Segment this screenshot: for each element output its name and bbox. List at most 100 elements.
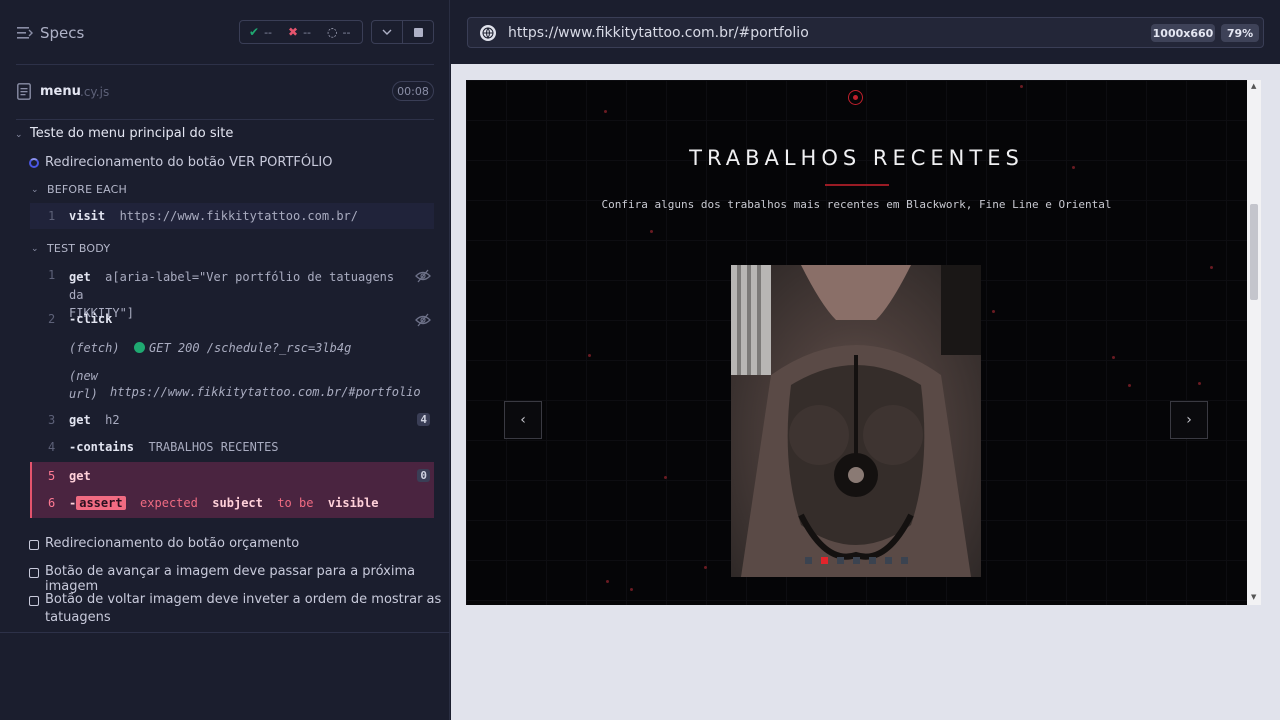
scroll-up-icon[interactable]: ▲ xyxy=(1251,82,1256,90)
particle xyxy=(1210,266,1213,269)
command-log-panel: Specs ✔ -- ✖ -- ◌ -- menu .cy.js 00:08 ⌄… xyxy=(0,0,450,720)
pending-test-icon xyxy=(29,568,39,578)
chest-tattoo-image xyxy=(731,265,981,577)
command-name: get xyxy=(69,413,91,427)
command-row[interactable]: 6 - assert expected subject to be visible xyxy=(32,489,434,516)
eye-slash-icon xyxy=(415,269,431,283)
specs-label[interactable]: Specs xyxy=(40,24,84,42)
command-number: 1 xyxy=(48,209,56,223)
fetch-message: GET 200 /schedule?_rsc=3lb4g xyxy=(149,341,352,355)
command-message: a[aria-label="Ver portfólio de tatuagens… xyxy=(69,270,395,302)
scroll-down-icon[interactable]: ▼ xyxy=(1251,593,1256,601)
carousel-dot[interactable] xyxy=(869,557,876,564)
url-text: https://www.fikkitytattoo.com.br/#portfo… xyxy=(508,25,809,41)
command-row[interactable]: 3 get h2 4 xyxy=(30,407,434,433)
section-heading: TRABALHOS RECENTES xyxy=(689,146,1024,170)
test-title[interactable]: Botão de avançar a imagem deve passar pa… xyxy=(45,564,449,594)
new-url-event-row[interactable]: (new url) https://www.fikkitytattoo.com.… xyxy=(30,363,434,401)
carousel-prev-button[interactable]: ‹ xyxy=(504,401,542,439)
passed-count: -- xyxy=(264,25,273,39)
browser-toolbar: https://www.fikkitytattoo.com.br/#portfo… xyxy=(451,0,1280,64)
command-number: 1 xyxy=(48,268,56,282)
stop-button[interactable] xyxy=(402,21,433,43)
pending-test-icon xyxy=(29,596,39,606)
command-name: visit xyxy=(69,209,106,223)
command-number: 6 xyxy=(48,496,56,510)
before-each-label[interactable]: BEFORE EACH xyxy=(47,183,127,196)
carousel-dot[interactable] xyxy=(901,557,908,564)
carousel-dot[interactable] xyxy=(805,557,812,564)
test-title-continued: tatuagens xyxy=(45,610,111,625)
chevron-down-icon[interactable]: ⌄ xyxy=(31,244,39,254)
command-number: 4 xyxy=(48,440,56,454)
heading-underline xyxy=(825,184,889,186)
failed-stat: ✖ -- xyxy=(288,25,311,39)
command-number: 3 xyxy=(48,413,56,427)
carousel-dot[interactable] xyxy=(821,557,828,564)
element-count-badge: 4 xyxy=(417,413,430,426)
spec-file-name[interactable]: menu xyxy=(40,84,81,99)
url-bar[interactable]: https://www.fikkitytattoo.com.br/#portfo… xyxy=(467,17,1264,48)
command-row[interactable]: 2 -click xyxy=(30,306,434,332)
test-body-label[interactable]: TEST BODY xyxy=(47,242,110,255)
passed-stat: ✔ -- xyxy=(249,25,272,39)
command-number: 2 xyxy=(48,312,56,326)
new-url-value: https://www.fikkitytattoo.com.br/#portfo… xyxy=(110,385,421,399)
test-title[interactable]: Redirecionamento do botão orçamento xyxy=(45,536,299,551)
section-subheading: Confira alguns dos trabalhos mais recent… xyxy=(601,198,1112,211)
chevron-right-icon: › xyxy=(1186,412,1192,428)
tattoo-photo xyxy=(731,265,981,577)
particle xyxy=(1112,356,1115,359)
new-url-label: url) xyxy=(69,387,98,401)
assert-word: subject xyxy=(212,496,263,510)
carousel-pagination xyxy=(805,557,917,564)
aut-scrollbar[interactable]: ▲ ▼ xyxy=(1247,80,1261,605)
specs-list-icon[interactable] xyxy=(17,26,33,40)
chevron-down-icon[interactable]: ⌄ xyxy=(31,185,39,195)
command-name: get xyxy=(69,270,91,284)
status-dot-icon xyxy=(134,342,145,353)
document-icon xyxy=(17,83,31,100)
command-message: TRABALHOS RECENTES xyxy=(148,440,279,454)
particle xyxy=(1198,382,1201,385)
command-row[interactable]: 1 visit https://www.fikkitytattoo.com.br… xyxy=(30,203,434,229)
command-row[interactable]: 5 get 0 xyxy=(32,462,434,489)
divider xyxy=(16,119,434,120)
new-url-label: (new xyxy=(69,369,98,383)
carousel-next-button[interactable]: › xyxy=(1170,401,1208,439)
scroll-thumb[interactable] xyxy=(1250,204,1258,300)
command-name: -contains xyxy=(69,440,135,454)
running-test-title[interactable]: Redirecionamento do botão VER PORTFÓLIO xyxy=(45,155,332,170)
test-title[interactable]: Botão de voltar imagem deve inveter a or… xyxy=(45,592,441,607)
carousel-dot[interactable] xyxy=(853,557,860,564)
particle xyxy=(1128,384,1131,387)
stop-icon xyxy=(413,27,423,37)
chevron-left-icon: ‹ xyxy=(520,412,526,428)
spec-file-header: menu .cy.js 00:08 xyxy=(0,65,450,119)
zoom-badge[interactable]: 79% xyxy=(1221,24,1259,42)
viewport-size-badge[interactable]: 1000x660 xyxy=(1151,24,1215,42)
element-count-badge: 0 xyxy=(417,469,430,482)
command-row[interactable]: 1 get a[aria-label="Ver portfólio de tat… xyxy=(30,262,434,320)
command-row[interactable]: 4 -contains TRABALHOS RECENTES xyxy=(30,434,434,460)
carousel-dot[interactable] xyxy=(837,557,844,564)
suite-title[interactable]: Teste do menu principal do site xyxy=(30,126,233,141)
chevron-down-icon[interactable]: ⌄ xyxy=(15,130,23,140)
running-spinner-icon xyxy=(29,158,39,168)
particle xyxy=(664,476,667,479)
assert-word: to be xyxy=(277,496,314,510)
command-name: -click xyxy=(69,312,113,326)
particle xyxy=(650,230,653,233)
logo-mark-icon xyxy=(848,90,863,105)
check-icon: ✔ xyxy=(249,25,260,39)
failed-count: -- xyxy=(303,25,312,39)
carousel-dot[interactable] xyxy=(885,557,892,564)
eye-slash-icon xyxy=(415,313,431,327)
website-viewport: TRABALHOS RECENTES Confira alguns dos tr… xyxy=(466,80,1247,605)
assert-pill: assert xyxy=(76,496,126,510)
fetch-event-row[interactable]: (fetch) GET 200 /schedule?_rsc=3lb4g xyxy=(30,335,434,361)
assert-word: visible xyxy=(327,496,379,510)
toggle-auto-scroll-button[interactable] xyxy=(372,21,402,43)
pending-test-icon xyxy=(29,540,39,550)
particle xyxy=(606,580,609,583)
